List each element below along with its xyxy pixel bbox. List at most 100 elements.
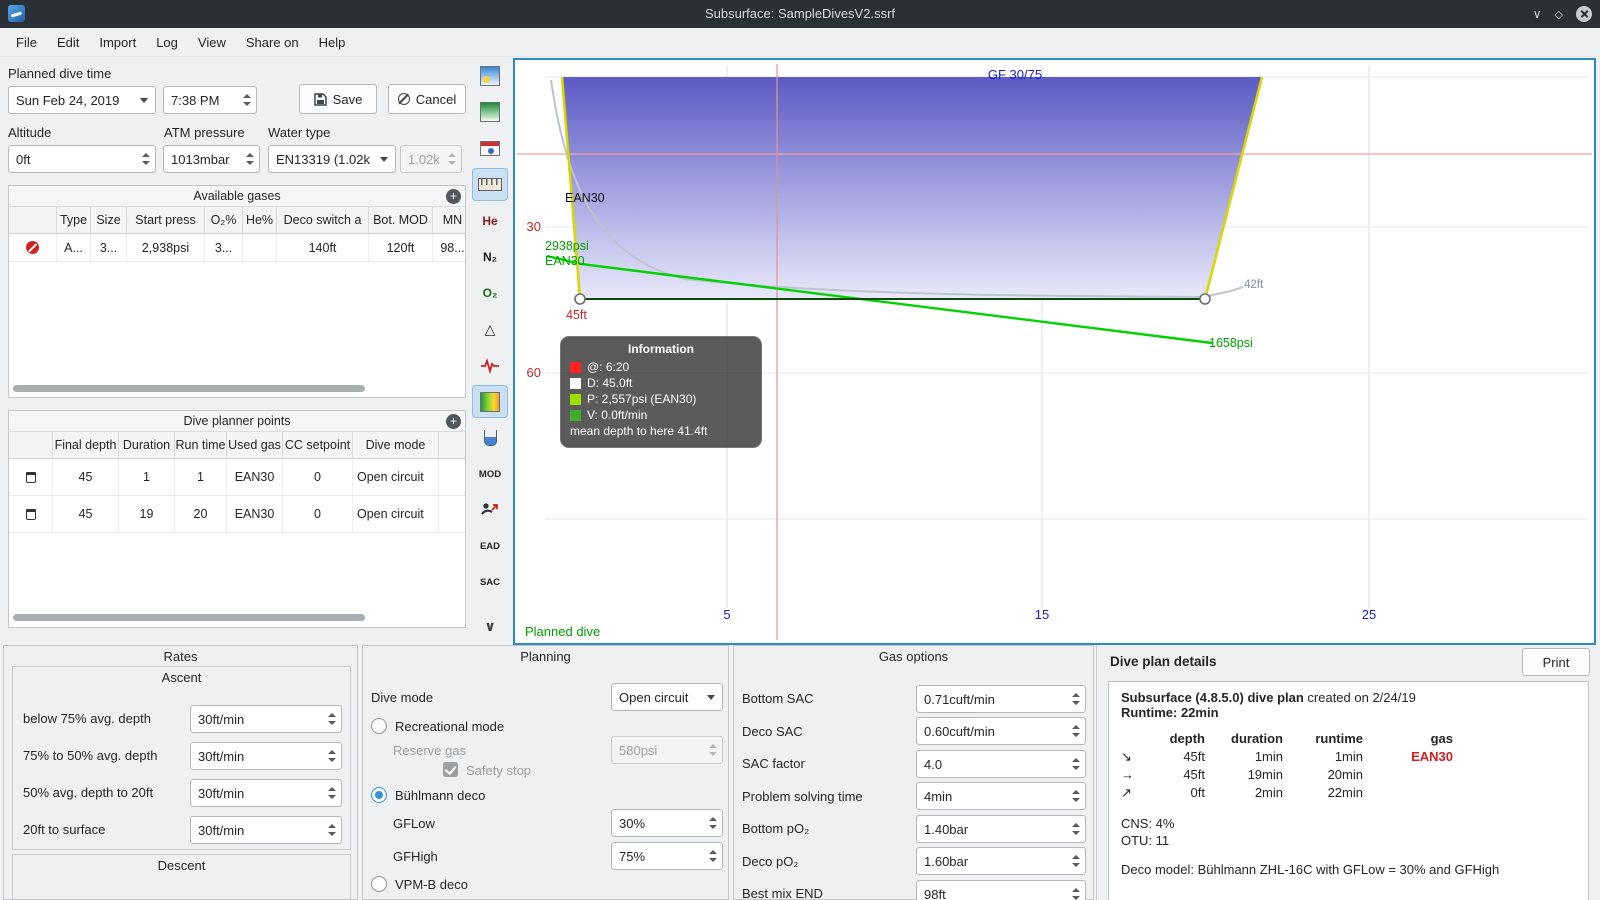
altitude-spinner[interactable]: 0ft [8, 145, 156, 173]
gases-col-size[interactable]: Size [91, 207, 127, 233]
gas-row[interactable]: A... 3... 2,938psi 3... 140ft 120ft 98..… [9, 234, 465, 262]
menu-item-share-on[interactable]: Share on [236, 35, 309, 50]
menu-item-view[interactable]: View [188, 35, 236, 50]
point-runtime-cell[interactable]: 20 [175, 496, 227, 532]
gases-hscrollbar[interactable] [13, 385, 365, 392]
spinner-arrows-icon[interactable] [243, 94, 251, 106]
spinner-arrows-icon[interactable] [1072, 693, 1080, 705]
print-button[interactable]: Print [1522, 648, 1590, 676]
spinner-arrows-icon[interactable] [709, 817, 717, 829]
sac-icon[interactable]: SAC [472, 566, 508, 599]
sac-factor-spinner[interactable]: 4.0 [916, 750, 1086, 778]
point-gas-cell[interactable]: EAN30 [227, 496, 283, 532]
ascent-rate-spinner-50[interactable]: 30ft/min [190, 742, 342, 770]
points-col-final-depth[interactable]: Final depth [53, 432, 119, 458]
gases-col-o2[interactable]: O₂% [205, 207, 243, 233]
point-row[interactable]: 45 1 1 EAN30 0 Open circuit [9, 459, 465, 496]
gases-col-start-press[interactable]: Start press [127, 207, 205, 233]
ruler-icon[interactable] [472, 168, 508, 202]
point-duration-cell[interactable]: 19 [119, 496, 175, 532]
points-col-run-time[interactable]: Run time [175, 432, 227, 458]
points-col-duration[interactable]: Duration [119, 432, 175, 458]
ead-icon[interactable]: EAD [472, 530, 508, 563]
spinner-arrows-icon[interactable] [328, 824, 336, 836]
ascent-rate-spinner-75[interactable]: 30ft/min [190, 705, 342, 733]
point-gas-cell[interactable]: EAN30 [227, 459, 283, 495]
trash-icon[interactable] [25, 471, 36, 483]
atm-pressure-spinner[interactable]: 1013mbar [163, 145, 260, 173]
gas-o2-cell[interactable]: 3... [205, 234, 243, 261]
gas-bot-mod-cell[interactable]: 120ft [369, 234, 433, 261]
dive-date-select[interactable]: Sun Feb 24, 2019 [8, 86, 156, 114]
pp-o2-icon[interactable]: O₂ [472, 277, 508, 310]
dc-ceiling-icon[interactable] [472, 60, 508, 93]
spinner-arrows-icon[interactable] [1072, 823, 1080, 835]
point-depth-cell[interactable]: 45 [53, 496, 119, 532]
save-button[interactable]: Save [299, 84, 377, 114]
points-col-dive-mode[interactable]: Dive mode [353, 432, 439, 458]
delete-gas-icon[interactable] [26, 241, 39, 254]
window-maximize-button[interactable]: ◇ [1555, 8, 1563, 21]
photos-icon[interactable] [472, 132, 508, 165]
mod-icon[interactable]: MOD [472, 458, 508, 491]
point-setpoint-cell[interactable]: 0 [283, 496, 353, 532]
points-col-used-gas[interactable]: Used gas [227, 432, 283, 458]
gases-col-deco-switch[interactable]: Deco switch a [277, 207, 369, 233]
buhlmann-deco-radio[interactable]: Bühlmann deco [371, 787, 485, 803]
gas-size-cell[interactable]: 3... [91, 234, 127, 261]
water-type-select[interactable]: EN13319 (1.02k [268, 145, 396, 173]
gases-col-mnd[interactable]: MN [433, 207, 465, 233]
pp-he-icon[interactable]: He [472, 204, 508, 237]
trash-icon[interactable] [25, 508, 36, 520]
spinner-arrows-icon[interactable] [1072, 888, 1080, 900]
waypoint-handle[interactable] [1199, 293, 1211, 305]
best-mix-end-spinner[interactable]: 98ft [916, 880, 1086, 900]
window-close-button[interactable] [1576, 6, 1592, 22]
gas-start-press-cell[interactable]: 2,938psi [127, 234, 205, 261]
point-depth-cell[interactable]: 45 [53, 459, 119, 495]
delete-point-cell[interactable] [9, 459, 53, 495]
spinner-arrows-icon[interactable] [328, 750, 336, 762]
spinner-arrows-icon[interactable] [1072, 790, 1080, 802]
ascent-rate-spinner-20ft[interactable]: 30ft/min [190, 779, 342, 807]
vpmb-deco-radio[interactable]: VPM-B deco [371, 876, 468, 892]
deco-po2-spinner[interactable]: 1.60bar [916, 847, 1086, 875]
gas-mnd-cell[interactable]: 98... [433, 234, 465, 261]
gas-he-cell[interactable] [243, 234, 277, 261]
heart-rate-icon[interactable] [472, 349, 508, 382]
point-duration-cell[interactable]: 1 [119, 459, 175, 495]
waypoint-handle[interactable] [574, 293, 586, 305]
points-hscrollbar[interactable] [13, 614, 365, 621]
diver-icon[interactable] [472, 494, 508, 527]
pp-n2-icon[interactable]: N₂ [472, 241, 508, 274]
point-runtime-cell[interactable]: 1 [175, 459, 227, 495]
menu-item-help[interactable]: Help [309, 35, 356, 50]
spinner-arrows-icon[interactable] [328, 713, 336, 725]
spinner-arrows-icon[interactable] [1072, 725, 1080, 737]
tissue-ceiling-icon[interactable]: △ [472, 313, 508, 346]
add-gas-button[interactable]: + [446, 188, 461, 204]
spinner-arrows-icon[interactable] [246, 153, 254, 165]
salinity-icon[interactable] [472, 421, 508, 454]
recreational-mode-radio[interactable]: Recreational mode [371, 718, 504, 734]
menu-item-file[interactable]: File [6, 35, 47, 50]
point-mode-cell[interactable]: Open circuit [353, 459, 439, 495]
dive-profile-panel[interactable]: GF 30/75 30 60 5 15 25 EAN30 2938psi EAN… [513, 58, 1596, 645]
deco-sac-spinner[interactable]: 0.60cuft/min [916, 717, 1086, 745]
spinner-arrows-icon[interactable] [1072, 855, 1080, 867]
gfhigh-spinner[interactable]: 75% [611, 842, 723, 870]
menu-item-log[interactable]: Log [146, 35, 188, 50]
tissue-heatmap-icon[interactable] [472, 385, 508, 419]
points-col-cc-setpoint[interactable]: CC setpoint [283, 432, 353, 458]
spinner-arrows-icon[interactable] [709, 850, 717, 862]
point-row[interactable]: 45 19 20 EAN30 0 Open circuit [9, 496, 465, 533]
menu-item-import[interactable]: Import [89, 35, 146, 50]
gas-type-cell[interactable]: A... [57, 234, 91, 261]
window-shade-button[interactable]: ∨ [1533, 7, 1542, 21]
spinner-arrows-icon[interactable] [1072, 758, 1080, 770]
gases-col-he[interactable]: He% [243, 207, 277, 233]
cancel-button[interactable]: Cancel [388, 84, 466, 114]
spinner-arrows-icon[interactable] [142, 153, 150, 165]
add-point-button[interactable]: + [446, 413, 461, 429]
problem-solving-time-spinner[interactable]: 4min [916, 782, 1086, 810]
